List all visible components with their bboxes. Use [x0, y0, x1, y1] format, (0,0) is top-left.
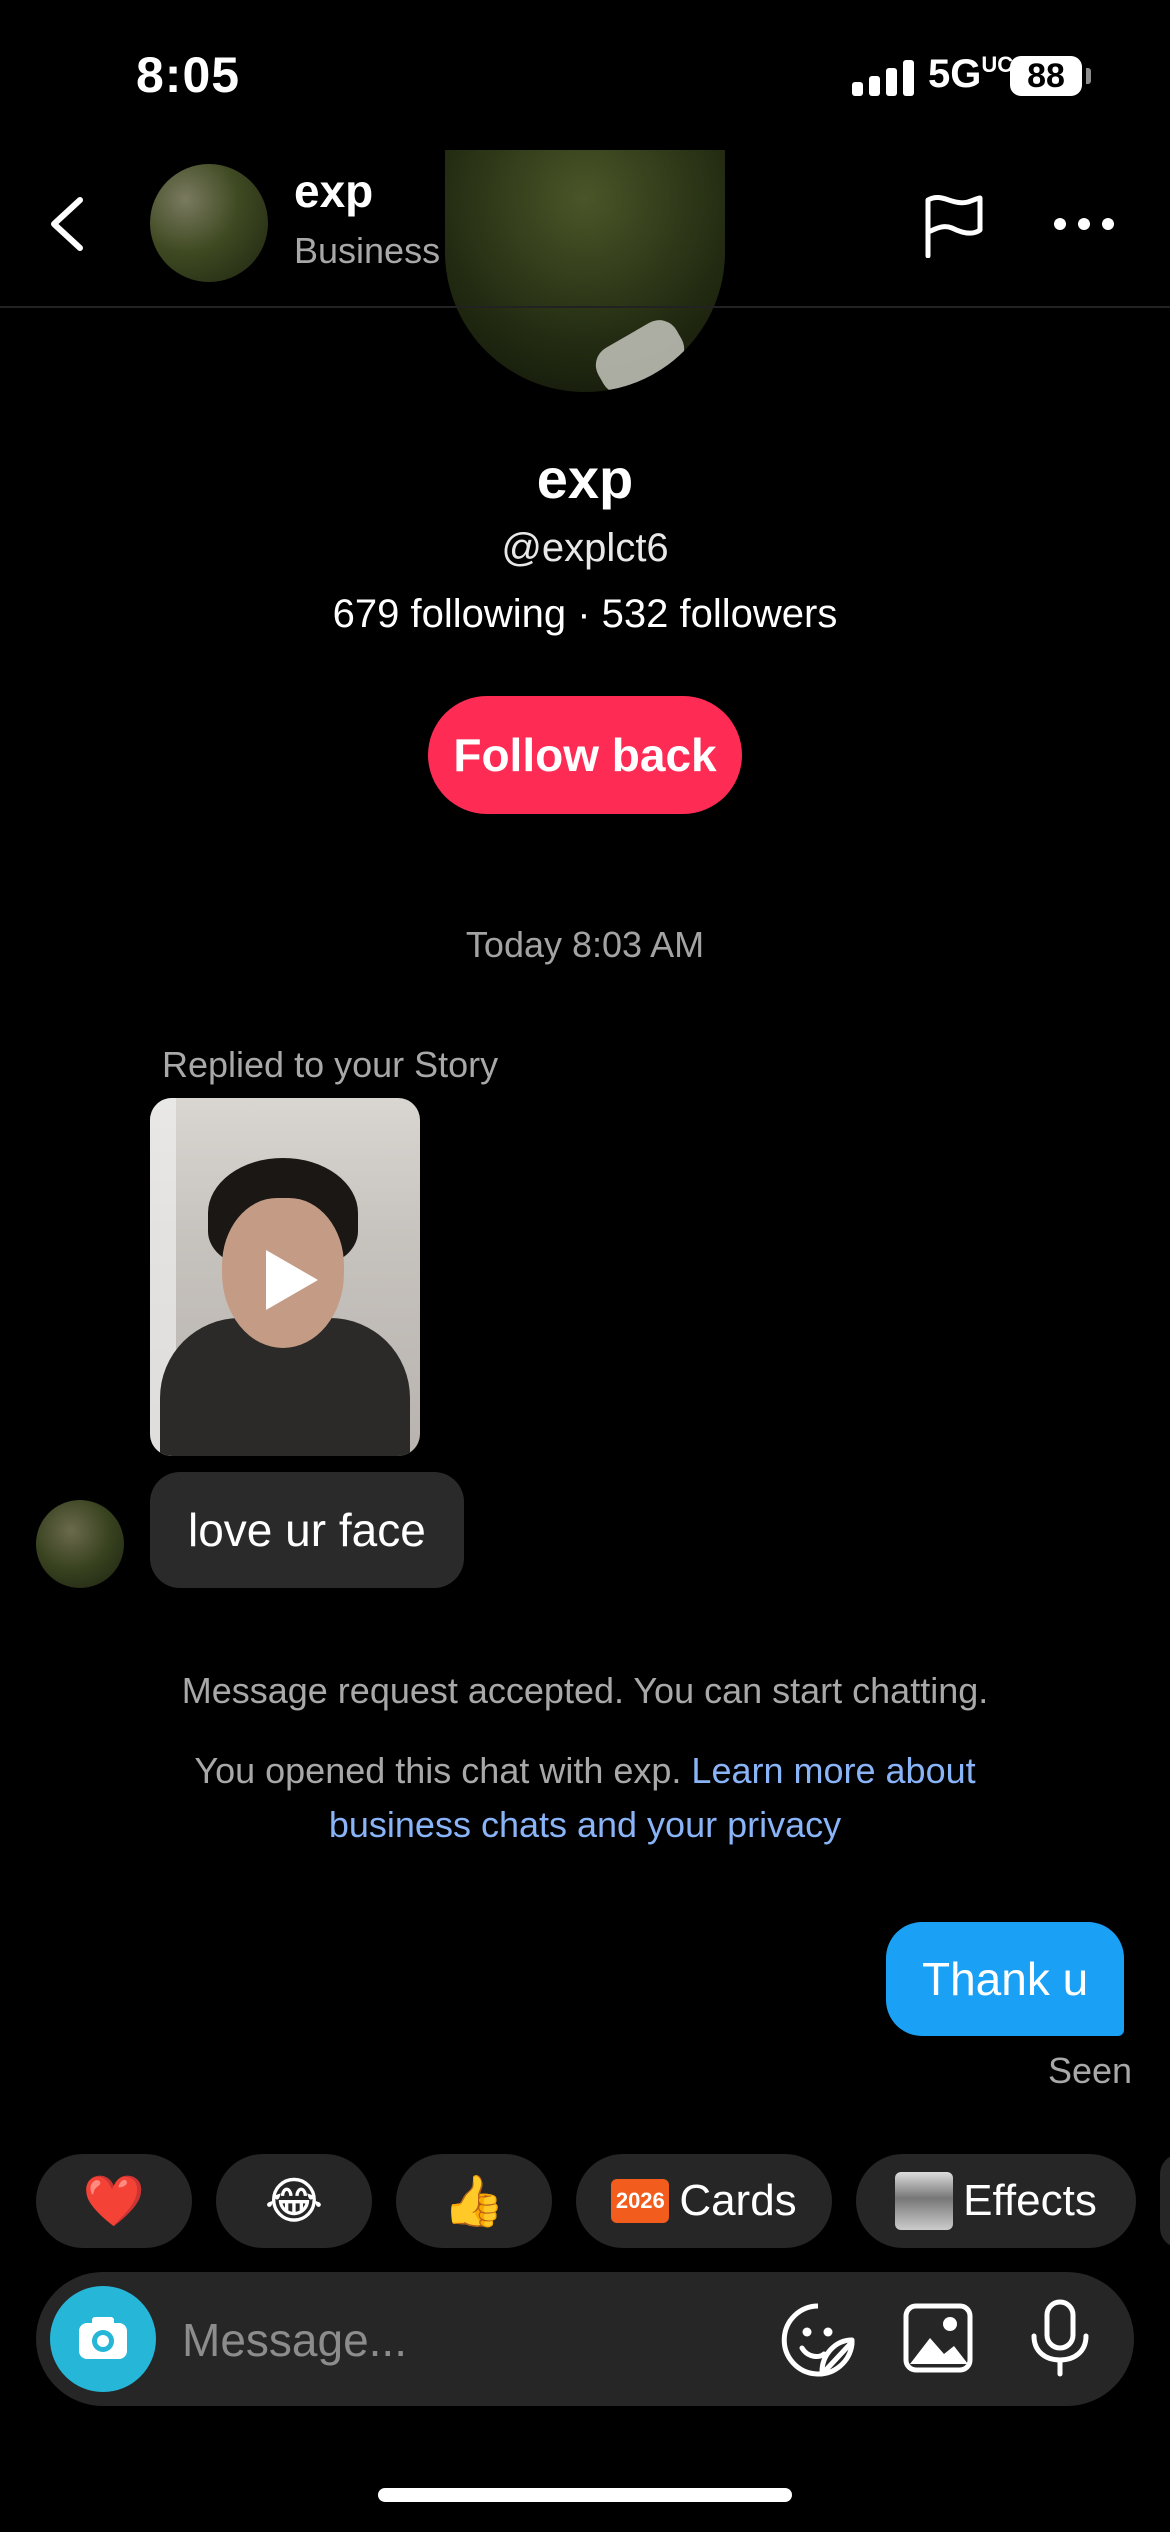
image-icon[interactable] [902, 2302, 974, 2374]
cards-label: Cards [679, 2176, 797, 2225]
camera-icon [79, 2317, 127, 2359]
story-reply-label: Replied to your Story [162, 1044, 499, 1085]
more-reactions-chip[interactable] [1160, 2154, 1170, 2248]
profile-handle[interactable]: @explct6 [0, 526, 1170, 571]
incoming-message[interactable]: love ur face [150, 1472, 464, 1588]
signal-icon [852, 60, 914, 96]
network-label: 5GUC [928, 52, 1014, 96]
chevron-left-icon[interactable] [44, 196, 92, 252]
system-message-privacy: You opened this chat with exp. Learn mor… [150, 1744, 1020, 1852]
chat-timestamp: Today 8:03 AM [465, 924, 705, 965]
profile-stats: 679 following · 532 followers [332, 592, 838, 636]
sticker-icon[interactable] [780, 2302, 856, 2378]
effects-button[interactable]: Effects [856, 2154, 1136, 2248]
privacy-text: You opened this chat with exp. [194, 1750, 692, 1791]
laugh-icon: 😂 [264, 2173, 324, 2229]
header-divider [0, 306, 1170, 308]
effects-label: Effects [963, 2176, 1097, 2225]
reaction-laugh-button[interactable]: 😂 [216, 2154, 372, 2248]
camera-button[interactable] [50, 2286, 156, 2392]
header-avatar[interactable] [150, 164, 268, 282]
more-horizontal-icon[interactable] [1052, 214, 1116, 234]
cards-icon: 2026 [611, 2179, 670, 2223]
seen-status: Seen [1048, 2050, 1133, 2091]
battery-tip [1086, 68, 1091, 84]
cards-button[interactable]: 2026 Cards [576, 2154, 832, 2248]
status-time: 8:05 [136, 47, 241, 103]
play-icon[interactable] [262, 1248, 320, 1312]
effects-icon [895, 2172, 954, 2230]
outgoing-message[interactable]: Thank u [886, 1922, 1125, 2036]
system-message-accepted: Message request accepted. You can start … [181, 1670, 989, 1711]
flag-icon[interactable] [922, 192, 986, 258]
battery-icon: 88 [1010, 56, 1082, 96]
sender-avatar[interactable] [36, 1500, 124, 1588]
profile-name: exp [536, 447, 634, 510]
thumbs-up-icon: 👍 [442, 2173, 506, 2229]
heart-icon: ❤️ [82, 2173, 146, 2229]
message-input[interactable] [180, 2302, 744, 2378]
reaction-thumbs-up-button[interactable]: 👍 [396, 2154, 552, 2248]
home-indicator[interactable] [378, 2488, 792, 2502]
profile-avatar[interactable] [445, 150, 725, 392]
microphone-icon[interactable] [1026, 2298, 1094, 2378]
header-name[interactable]: exp [294, 164, 373, 218]
reaction-heart-button[interactable]: ❤️ [36, 2154, 192, 2248]
follow-back-button[interactable]: Follow back [428, 696, 742, 814]
